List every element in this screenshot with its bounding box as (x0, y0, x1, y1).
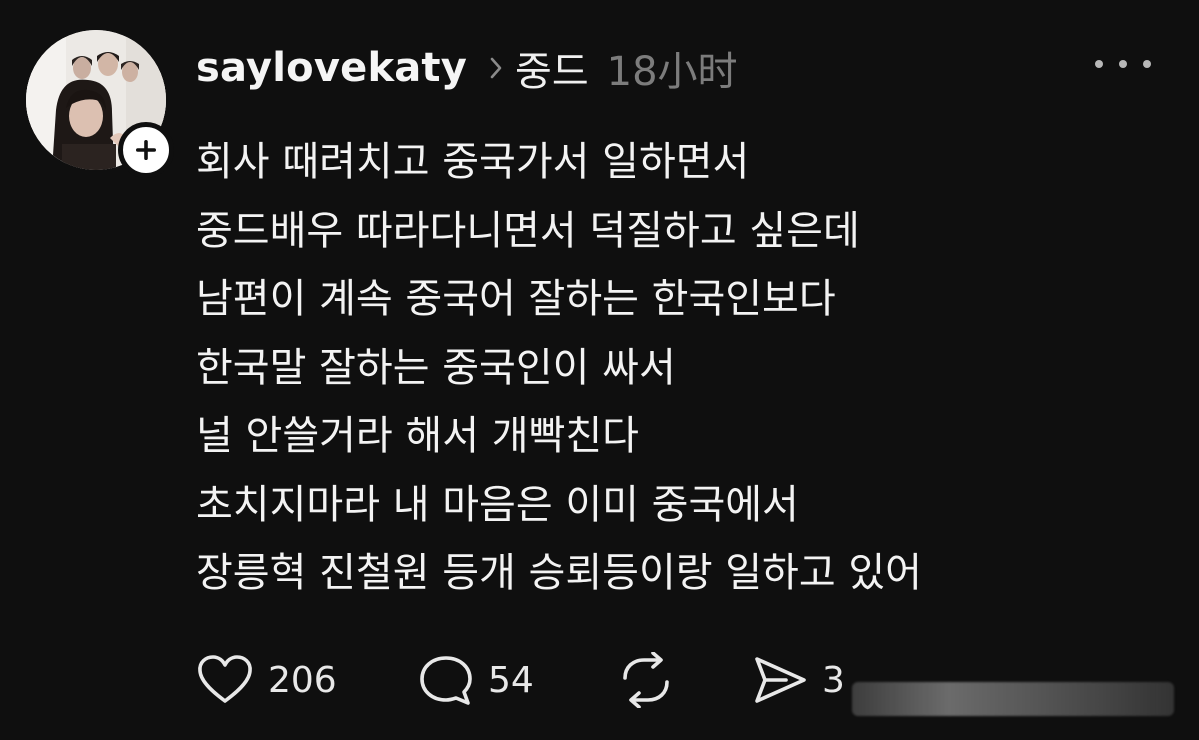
like-count: 206 (268, 659, 337, 701)
share-button[interactable]: 3 (752, 650, 845, 710)
watermark-overlay (852, 682, 1174, 716)
share-count: 3 (822, 659, 845, 701)
avatar-container (26, 30, 174, 178)
more-horizontal-icon-dot (1143, 60, 1151, 68)
post-body: 회사 때려치고 중국가서 일하면서 중드배우 따라다니면서 덕질하고 싶은데 남… (196, 128, 1156, 608)
topic-tag[interactable]: 중드 (515, 39, 589, 97)
more-options-button[interactable] (1095, 50, 1151, 78)
follow-button[interactable] (118, 122, 174, 178)
post-line: 한국말 잘하는 중국인이 싸서 (196, 344, 676, 391)
post-line: 초치지마라 내 마음은 이미 중국에서 (196, 481, 799, 528)
repost-icon (623, 652, 669, 708)
post-line: 널 안쓸거라 해서 개빡친다 (196, 413, 639, 459)
chevron-right-icon (489, 56, 503, 80)
send-icon (755, 657, 806, 703)
post-time: 18小时 (606, 49, 738, 95)
username[interactable]: saylovekaty (196, 45, 467, 91)
comment-count: 54 (488, 659, 534, 701)
repost-button[interactable] (616, 650, 676, 710)
speech-bubble-icon (420, 656, 472, 705)
post-line: 회사 때려치고 중국가서 일하면서 (196, 139, 750, 185)
more-horizontal-icon-dot (1119, 60, 1127, 68)
plus-icon (136, 140, 156, 160)
like-button[interactable]: 206 (196, 650, 337, 710)
post-line: 중드배우 따라다니면서 덕질하고 싶은데 (196, 207, 860, 254)
more-horizontal-icon (1095, 60, 1103, 68)
comment-button[interactable]: 54 (418, 650, 534, 710)
post-line: 남편이 계속 중국어 잘하는 한국인보다 (196, 276, 836, 322)
heart-icon (198, 655, 252, 703)
post-line: 장릉혁 진철원 등개 승뢰등이랑 일하고 있어 (196, 550, 922, 596)
thread-post: saylovekaty 중드 18小时 회사 때려치고 중국가서 일하면서 중드… (0, 0, 1199, 740)
post-header: saylovekaty 중드 18小时 (196, 40, 738, 96)
